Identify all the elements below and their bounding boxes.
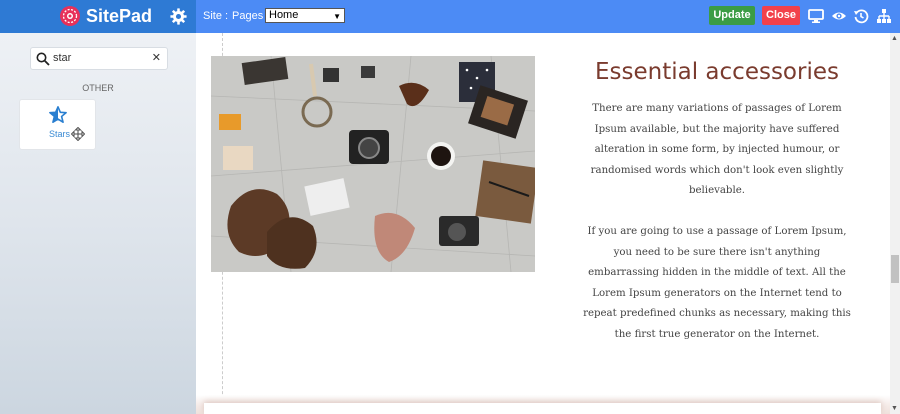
history-icon[interactable] bbox=[853, 8, 869, 24]
star-icon bbox=[49, 106, 67, 124]
eye-icon[interactable] bbox=[831, 8, 847, 24]
update-button[interactable]: Update bbox=[709, 6, 755, 25]
pages-select[interactable]: Home ▼ bbox=[265, 8, 345, 23]
widget-search-input[interactable]: star ✕ bbox=[30, 47, 168, 70]
top-toolbar: SitePad Site : Pages : Home ▼ Update Clo… bbox=[0, 0, 900, 33]
scroll-up-icon[interactable]: ▲ bbox=[891, 35, 898, 42]
clear-search-icon[interactable]: ✕ bbox=[152, 51, 161, 64]
widget-sidebar: star ✕ OTHER Stars bbox=[0, 33, 196, 414]
brand-name: SitePad bbox=[86, 6, 153, 26]
move-icon[interactable] bbox=[71, 127, 85, 141]
section-heading: Essential accessories bbox=[595, 59, 839, 85]
widget-label: Stars bbox=[49, 129, 71, 139]
brand-area: SitePad bbox=[0, 0, 196, 33]
scroll-down-icon[interactable]: ▼ bbox=[891, 405, 898, 412]
sitemap-icon[interactable] bbox=[876, 8, 892, 24]
section-label-other: OTHER bbox=[82, 83, 114, 93]
widget-stars[interactable]: Stars bbox=[19, 99, 96, 150]
next-section-card bbox=[204, 403, 881, 414]
desktop-preview-icon[interactable] bbox=[808, 8, 824, 24]
search-value: star bbox=[53, 52, 72, 64]
close-button[interactable]: Close bbox=[762, 6, 800, 25]
pages-select-value: Home bbox=[269, 9, 299, 21]
pages-label: Pages : bbox=[232, 10, 270, 22]
gear-icon[interactable] bbox=[170, 8, 187, 25]
paragraph-1: There are many variations of passages of… bbox=[590, 103, 844, 196]
canvas-scrollbar[interactable]: ▲ ▼ bbox=[890, 33, 900, 414]
scroll-thumb[interactable] bbox=[891, 255, 899, 283]
flatlay-photo[interactable] bbox=[211, 56, 535, 272]
sitepad-logo-icon bbox=[60, 6, 80, 26]
dropdown-arrow-icon: ▼ bbox=[333, 12, 341, 21]
page-canvas: Essential accessories There are many var… bbox=[196, 33, 890, 414]
site-label: Site : bbox=[203, 10, 229, 22]
search-icon bbox=[36, 52, 50, 66]
paragraph-2: If you are going to use a passage of Lor… bbox=[583, 226, 851, 340]
